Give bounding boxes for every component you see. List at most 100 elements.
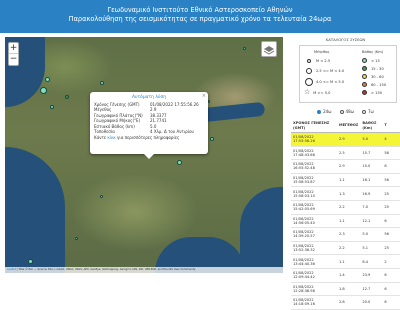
table-row[interactable]: 01/08/2022 15:58:03.10 1.3 16.9 25 [291, 186, 400, 201]
sea-area [240, 187, 283, 273]
cell-depth: 12.1 [360, 214, 383, 229]
star-icon: ☆ [304, 88, 311, 96]
cell-time: 01/08/2022 12:28:38.98 [291, 282, 337, 297]
legend-depth-label: 30 - 60 [371, 74, 384, 79]
cell-depth: 23.9 [360, 268, 383, 283]
table-row[interactable]: 01/08/2022 14:39:20.57 2.3 5.0 56 [291, 227, 400, 242]
cell-time: 01/08/2022 13:44:40.36 [291, 254, 337, 269]
column-header-magnitude[interactable]: ΜΕΓΕΘΟΣ [337, 119, 361, 133]
time-range-selector: 24ω 48ω 7ω [291, 109, 400, 114]
table-row[interactable]: 01/08/2022 17:55:56.26 2.9 5.0 4 [291, 132, 400, 147]
earthquake-marker[interactable] [177, 160, 182, 165]
legend-magnitude-item: 2.5 <= M < 4.0 [304, 68, 344, 74]
table-row[interactable]: 01/08/2022 16:55:52.48 2.9 15.0 8 [291, 159, 400, 174]
cell-depth: 15.7 [360, 146, 383, 161]
cell-depth: 16.9 [360, 186, 383, 201]
legend-magnitude-label: M >= 5.0 [313, 90, 331, 95]
page-header: Γεωδυναμικό Ινστιτούτο Εθνικό Αστεροσκοπ… [0, 0, 400, 33]
layers-button[interactable] [261, 41, 277, 57]
popup-title: Αυτόματη λύση [131, 95, 167, 100]
legend-depth-label: 15 - 30 [371, 66, 384, 71]
column-header-time[interactable]: ΧΡΟΝΟΣ ΓΕΝΕΣΗΣ (GMT) [291, 119, 337, 133]
earthquake-marker[interactable] [45, 77, 50, 82]
cell-location: 8 [382, 159, 400, 174]
zoom-out-button[interactable]: − [9, 54, 18, 65]
cell-depth: 5.1 [360, 241, 383, 256]
column-header-depth[interactable]: ΒΑΘΟΣ (Km) [360, 119, 383, 133]
popup-row: Τοποθεσία 4 Χλμ. Δ του Αντιρίου [94, 129, 204, 134]
table-row[interactable]: 01/08/2022 12:28:38.98 1.8 12.7 6 [291, 282, 400, 297]
zoom-in-button[interactable]: + [9, 43, 18, 54]
legend-magnitude-item: ☆ M >= 5.0 [304, 89, 330, 96]
cell-time: 01/08/2022 14:18:09.16 [291, 295, 337, 310]
popup-link-prefix: Κάντε [94, 135, 108, 141]
table-row[interactable]: 01/08/2022 14:18:09.16 2.8 20.0 6 [291, 295, 400, 310]
table-row[interactable]: 01/08/2022 15:42:05.69 2.2 7.0 25 [291, 200, 400, 215]
legend-magnitude-label: 4.0 <= M < 5.0 [316, 80, 345, 84]
earthquake-marker[interactable] [243, 47, 246, 50]
cell-magnitude: 2.2 [337, 241, 361, 256]
popup-more-info-link[interactable]: κλικ [107, 135, 115, 140]
cell-depth: 5.0 [360, 132, 383, 147]
legend-depth-item: < 15 [362, 58, 380, 63]
cell-location: 56 [382, 173, 400, 188]
cell-magnitude: 1.1 [337, 173, 361, 188]
cell-magnitude: 2.3 [337, 227, 361, 242]
earthquake-marker[interactable] [50, 105, 54, 109]
cell-location: 6 [382, 282, 400, 297]
table-row[interactable]: 01/08/2022 13:52:36.32 2.2 5.1 25 [291, 241, 400, 256]
cell-magnitude: 1.3 [337, 186, 361, 201]
table-row[interactable]: 01/08/2022 17:48:43.66 2.5 15.7 56 [291, 146, 400, 161]
cell-depth: 12.7 [360, 282, 383, 297]
header-title: Γεωδυναμικό Ινστιτούτο Εθνικό Αστεροσκοπ… [107, 6, 293, 14]
large-circle-icon [305, 78, 313, 86]
cell-magnitude: 2.9 [337, 132, 361, 147]
earthquake-marker[interactable] [75, 237, 78, 240]
cell-depth: 5.0 [360, 227, 383, 242]
time-range-label: 24ω [323, 109, 332, 114]
earthquake-marker[interactable] [210, 137, 214, 141]
zoom-control: + − [8, 42, 19, 66]
time-range-label: 7ω [368, 109, 374, 114]
earthquake-marker[interactable] [65, 95, 69, 99]
cell-location: 56 [382, 227, 400, 242]
table-header-row: ΧΡΟΝΟΣ ΓΕΝΕΣΗΣ (GMT) ΜΕΓΕΘΟΣ ΒΑΘΟΣ (Km) … [291, 119, 400, 133]
earthquake-marker[interactable] [100, 195, 103, 198]
popup-close-button[interactable]: × [202, 93, 206, 99]
legend-depth-label: > 150 [371, 90, 383, 95]
column-header-location[interactable]: Τ [382, 119, 400, 133]
catalog-title: ΚΑΤΑΛΟΓΟΣ ΣΥΣΕΩΝ [325, 37, 366, 42]
time-range-option[interactable]: 48ω [339, 109, 354, 114]
cell-magnitude: 1.4 [337, 268, 361, 283]
cell-location: 25 [382, 200, 400, 215]
leaflet-link[interactable]: Leaflet [7, 268, 16, 271]
map-attribution: Leaflet | Tiles © Esri — Source: Esri, i… [5, 267, 283, 273]
legend-depth-item: 15 - 30 [362, 66, 384, 71]
table-row[interactable]: 01/08/2022 12:09:44.42 1.4 23.9 6 [291, 268, 400, 283]
cell-time: 01/08/2022 15:58:03.10 [291, 186, 337, 201]
legend-depth-heading: Βάθος (Km) [362, 50, 384, 54]
cell-time: 01/08/2022 14:56:05.40 [291, 214, 337, 229]
earthquake-marker[interactable] [28, 259, 33, 264]
cell-location: 6 [382, 268, 400, 283]
cell-magnitude: 1.1 [337, 214, 361, 229]
table-row[interactable]: 01/08/2022 15:58:53.87 1.1 16.1 56 [291, 173, 400, 188]
time-range-option[interactable]: 7ω [362, 109, 374, 114]
depth-color-dot [362, 66, 367, 71]
medium-circle-icon [306, 68, 312, 74]
earthquake-popup: × Αυτόματη λύση Χρόνος Γένεσης (GMT) 01/0… [90, 92, 208, 159]
table-row[interactable]: 01/08/2022 14:56:05.40 1.1 12.1 6 [291, 214, 400, 229]
table-row[interactable]: 01/08/2022 13:44:40.36 1.1 8.4 2 [291, 254, 400, 269]
cell-time: 01/08/2022 16:55:52.48 [291, 159, 337, 174]
cell-time: 01/08/2022 15:42:05.69 [291, 200, 337, 215]
cell-time: 01/08/2022 12:09:44.42 [291, 268, 337, 283]
earthquake-map[interactable]: + − × Αυτόματη λύση Χρόνος Γένεσης (GMT)… [5, 37, 283, 273]
earthquake-marker[interactable] [100, 81, 104, 85]
legend-magnitude-label: 2.5 <= M < 4.0 [316, 69, 345, 73]
legend-depth-label: 60 - 150 [371, 82, 387, 87]
legend-depth-item: > 150 [362, 90, 382, 95]
layers-icon [263, 46, 275, 55]
time-range-option[interactable]: 24ω [317, 109, 332, 114]
cell-depth: 8.4 [360, 254, 383, 269]
earthquake-marker[interactable] [40, 87, 47, 94]
